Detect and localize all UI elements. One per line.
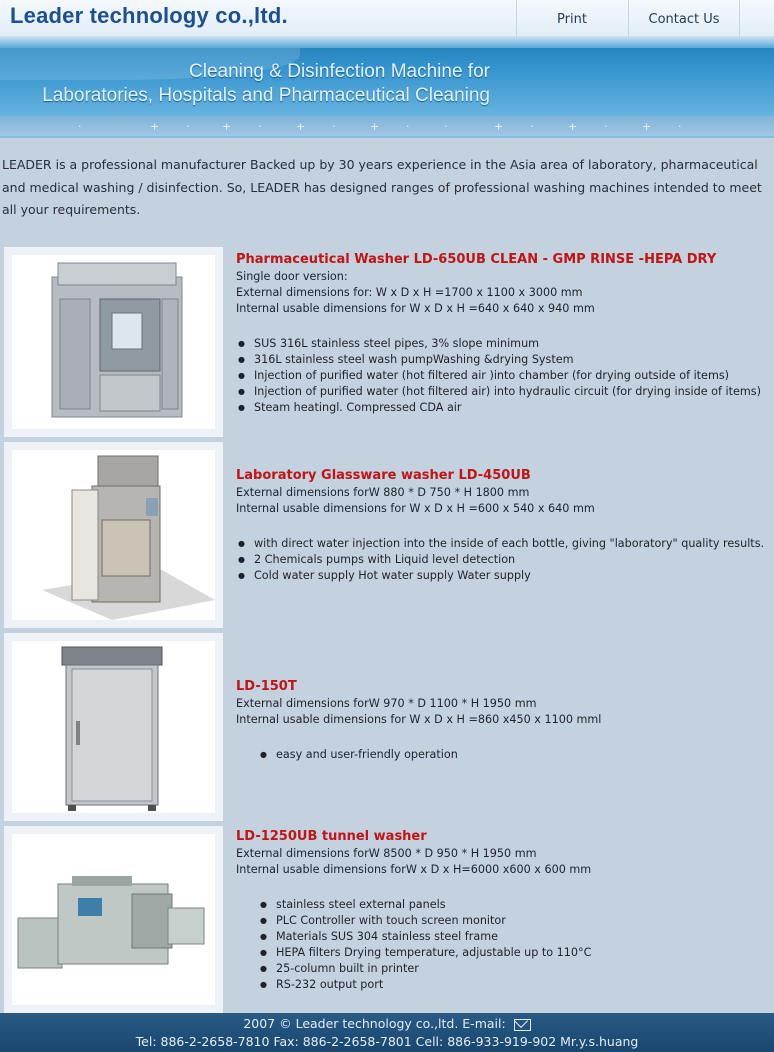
glassware-washer-image[interactable] — [12, 450, 215, 620]
product-spec-line: External dimensions forW 8500 * D 950 * … — [236, 847, 537, 860]
feature-item: with direct water injection into the ins… — [236, 536, 774, 552]
product-feature-list: stainless steel external panels PLC Cont… — [236, 897, 774, 993]
feature-item: 25-column built in printer — [258, 961, 774, 977]
feature-item: Cold water supply Hot water supply Water… — [236, 568, 774, 584]
product-details: Pharmaceutical Washer LD-650UB CLEAN - G… — [236, 251, 774, 416]
tunnel-washer-image[interactable] — [12, 834, 215, 1005]
product-title[interactable]: Laboratory Glassware washer LD-450UB — [236, 467, 774, 485]
product-spec-line: External dimensions forW 880 * D 750 * H… — [236, 486, 530, 499]
product-spec-line: Internal usable dimensions for W x D x H… — [236, 502, 595, 515]
feature-item: SUS 316L stainless steel pipes, 3% slope… — [236, 336, 774, 352]
feature-item: Injection of purified water (hot filtere… — [236, 384, 774, 400]
product-spec-line: External dimensions for: W x D x H =1700… — [236, 286, 583, 299]
product-image-frame — [4, 247, 223, 437]
page-tagline: Cleaning & Disinfection Machine for Labo… — [0, 60, 490, 108]
product-title[interactable]: LD-1250UB tunnel washer — [236, 828, 774, 846]
feature-item: stainless steel external panels — [258, 897, 774, 913]
footer-copyright: 2007 © Leader technology co.,ltd. E-mail… — [243, 1016, 506, 1031]
decorative-dot-strip: · + · + · + · + · · + · + · + · — [0, 116, 774, 136]
product-details: LD-150T External dimensions forW 970 * D… — [236, 678, 774, 763]
product-feature-list: easy and user-friendly operation — [236, 747, 774, 763]
print-link[interactable]: Print — [516, 0, 627, 38]
product-row: Laboratory Glassware washer LD-450UB Ext… — [0, 442, 774, 628]
feature-item: PLC Controller with touch screen monitor — [258, 913, 774, 929]
footer-copyright-line: 2007 © Leader technology co.,ltd. E-mail… — [0, 1015, 774, 1033]
email-icon[interactable] — [513, 1018, 531, 1031]
product-feature-list: SUS 316L stainless steel pipes, 3% slope… — [236, 336, 774, 416]
contact-us-link[interactable]: Contact Us — [628, 0, 740, 38]
feature-item: RS-232 output port — [258, 977, 774, 993]
cabinet-washer-image[interactable] — [12, 255, 215, 429]
product-details: LD-1250UB tunnel washer External dimensi… — [236, 828, 774, 993]
feature-item: Materials SUS 304 stainless steel frame — [258, 929, 774, 945]
product-row: Pharmaceutical Washer LD-650UB CLEAN - G… — [0, 247, 774, 437]
product-spec-line: External dimensions forW 970 * D 1100 * … — [236, 697, 537, 710]
product-image-frame — [4, 826, 223, 1013]
footer-contact-line: Tel: 886-2-2658-7810 Fax: 886-2-2658-780… — [135, 1034, 639, 1049]
product-spec-line: Single door version: — [236, 270, 348, 283]
page-footer: 2007 © Leader technology co.,ltd. E-mail… — [0, 1013, 774, 1052]
tagline-line-1: Cleaning & Disinfection Machine for — [189, 61, 490, 82]
product-image-frame — [4, 633, 223, 821]
product-title[interactable]: LD-150T — [236, 678, 774, 696]
product-spec-line: Internal usable dimensions forW x D x H=… — [236, 863, 592, 876]
feature-item: HEPA filters Drying temperature, adjusta… — [258, 945, 774, 961]
feature-item: easy and user-friendly operation — [258, 747, 774, 763]
product-row: LD-150T External dimensions forW 970 * D… — [0, 633, 774, 821]
intro-paragraph: LEADER is a professional manufacturer Ba… — [2, 157, 762, 217]
product-title[interactable]: Pharmaceutical Washer LD-650UB CLEAN - G… — [236, 251, 774, 269]
product-spec-line: Internal usable dimensions for W x D x H… — [236, 713, 602, 726]
feature-item: Injection of purified water (hot filtere… — [236, 368, 774, 384]
product-details: Laboratory Glassware washer LD-450UB Ext… — [236, 467, 774, 584]
product-row: LD-1250UB tunnel washer External dimensi… — [0, 826, 774, 1013]
washer-cabinet-image[interactable] — [12, 641, 215, 813]
header-banner: Leader technology co.,ltd. Print Contact… — [0, 0, 774, 138]
tagline-line-2: Laboratories, Hospitals and Pharmaceutic… — [42, 85, 490, 106]
feature-item: 2 Chemicals pumps with Liquid level dete… — [236, 552, 774, 568]
product-feature-list: with direct water injection into the ins… — [236, 536, 774, 584]
feature-item: Steam heatingl. Compressed CDA air — [236, 400, 774, 416]
company-logo[interactable]: Leader technology co.,ltd. — [10, 3, 288, 29]
product-image-frame — [4, 442, 223, 628]
feature-item: 316L stainless steel wash pumpWashing &d… — [236, 352, 774, 368]
product-spec-line: Internal usable dimensions for W x D x H… — [236, 302, 595, 315]
